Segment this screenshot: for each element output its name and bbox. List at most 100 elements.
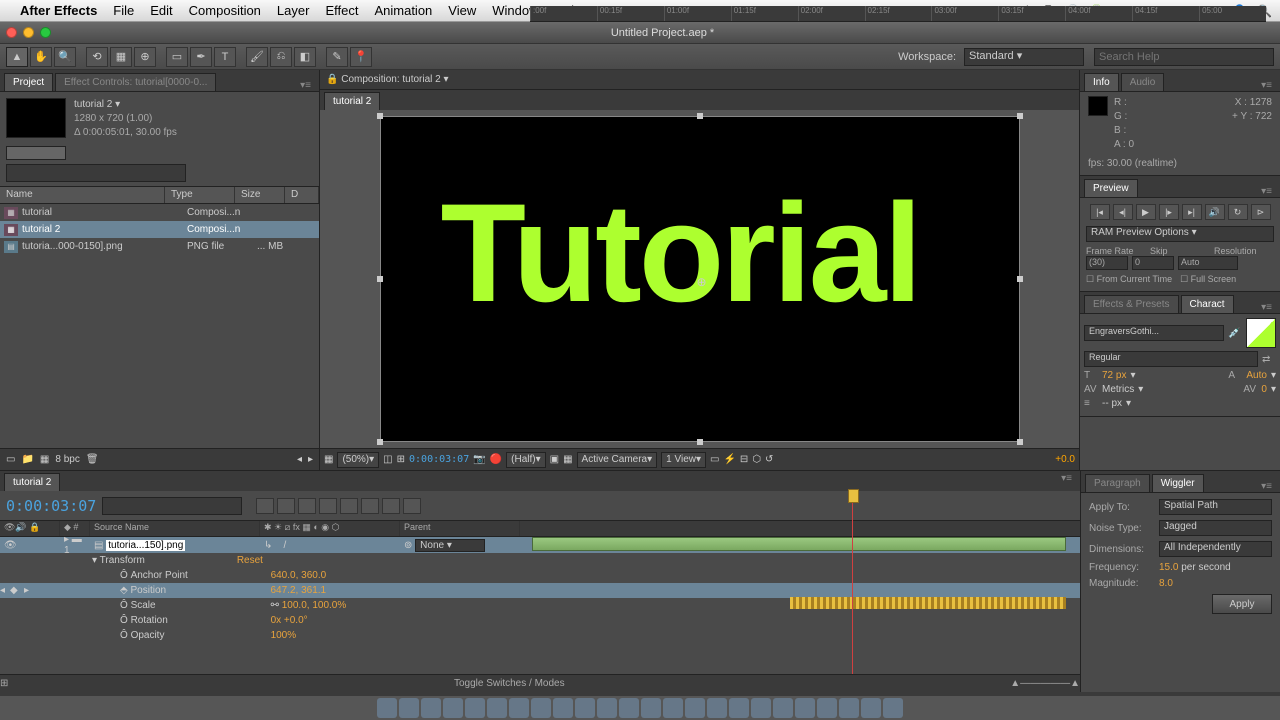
ram-preview-dropdown[interactable]: RAM Preview Options ▾: [1086, 226, 1274, 242]
bbox-handle[interactable]: [1017, 113, 1023, 119]
workspace-select[interactable]: Standard ▾: [964, 48, 1084, 66]
dock-app-icon[interactable]: [553, 698, 573, 718]
swap-colors-icon[interactable]: ⇄: [1262, 354, 1276, 365]
panel-menu-icon[interactable]: ▾≡: [1257, 302, 1276, 313]
font-style-dropdown[interactable]: Regular: [1084, 351, 1258, 367]
tab-project[interactable]: Project: [4, 73, 53, 91]
first-frame-icon[interactable]: |◂: [1090, 204, 1110, 220]
comp-canvas[interactable]: Tutorial ⊕: [380, 116, 1020, 442]
comp-dropdown[interactable]: Composition: tutorial 2 ▾: [341, 74, 448, 85]
mute-icon[interactable]: 🔊: [1205, 204, 1225, 220]
reset-exposure-icon[interactable]: ↺: [765, 454, 773, 465]
keyframe-track[interactable]: [790, 597, 1066, 609]
search-help-input[interactable]: [1094, 48, 1274, 66]
res-icon[interactable]: ◫: [383, 454, 392, 465]
wiggler-frequency[interactable]: 15.0: [1159, 562, 1178, 573]
list-item[interactable]: ▦ tutorial Composi...n: [0, 204, 319, 221]
col-d[interactable]: D: [285, 187, 319, 203]
bbox-handle[interactable]: [697, 439, 703, 445]
dock-app-icon[interactable]: [597, 698, 617, 718]
bbox-handle[interactable]: [1017, 276, 1023, 282]
wiggler-dims-dropdown[interactable]: All Independently: [1159, 541, 1272, 557]
zoom-tool-icon[interactable]: 🔍: [54, 47, 76, 67]
panel-menu-icon[interactable]: ▾≡: [1057, 473, 1076, 491]
window-zoom-button[interactable]: [40, 27, 51, 38]
interpret-icon[interactable]: ▭: [6, 454, 15, 465]
bpc-button[interactable]: 8 bpc: [55, 454, 79, 465]
dock-app-icon[interactable]: [729, 698, 749, 718]
wiggler-applyto-dropdown[interactable]: Spatial Path: [1159, 499, 1272, 515]
comp-new-icon[interactable]: ▦: [40, 454, 49, 465]
wiggler-apply-button[interactable]: Apply: [1212, 594, 1272, 614]
clone-tool-icon[interactable]: ⎌: [270, 47, 292, 67]
dock-app-icon[interactable]: [465, 698, 485, 718]
pen-tool-icon[interactable]: ✒: [190, 47, 212, 67]
ram-preview-icon[interactable]: ⊳: [1251, 204, 1271, 220]
dock-app-icon[interactable]: [399, 698, 419, 718]
macos-dock[interactable]: [0, 696, 1280, 720]
dock-app-icon[interactable]: [377, 698, 397, 718]
menu-animation[interactable]: Animation: [374, 3, 432, 18]
dock-app-icon[interactable]: [817, 698, 837, 718]
flowchart-icon[interactable]: ⬡: [752, 454, 761, 465]
panel-menu-icon[interactable]: ▾≡: [296, 80, 315, 91]
link-icon[interactable]: ⚯: [271, 600, 279, 611]
loop-icon[interactable]: ↻: [1228, 204, 1248, 220]
rotate-tool-icon[interactable]: ⟲: [86, 47, 108, 67]
last-frame-icon[interactable]: ▸|: [1182, 204, 1202, 220]
dock-app-icon[interactable]: [707, 698, 727, 718]
timeline-tab[interactable]: tutorial 2: [4, 473, 60, 491]
text-tool-icon[interactable]: T: [214, 47, 236, 67]
graph-editor-icon[interactable]: [403, 498, 421, 514]
anchor-point-icon[interactable]: ⊕: [697, 275, 709, 287]
frame-blend-icon[interactable]: [319, 498, 337, 514]
brush-tool-icon[interactable]: 🖌: [246, 47, 268, 67]
next-frame-icon[interactable]: |▸: [1159, 204, 1179, 220]
leading-value[interactable]: Auto: [1246, 370, 1267, 381]
parent-dropdown[interactable]: None ▾: [415, 539, 485, 552]
quality-dropdown[interactable]: (Half) ▾: [506, 452, 545, 468]
dock-app-icon[interactable]: [685, 698, 705, 718]
window-close-button[interactable]: [6, 27, 17, 38]
current-time[interactable]: 0:00:03:07: [409, 454, 469, 465]
panel-menu-icon[interactable]: ▾≡: [1257, 186, 1276, 197]
dock-app-icon[interactable]: [773, 698, 793, 718]
zoom-slider[interactable]: ▲—————▲: [1010, 678, 1080, 689]
playhead[interactable]: [852, 489, 853, 674]
dock-app-icon[interactable]: [531, 698, 551, 718]
comp-tab[interactable]: tutorial 2: [324, 92, 380, 110]
flowchart-thumb[interactable]: [6, 146, 66, 160]
menu-effect[interactable]: Effect: [325, 3, 358, 18]
list-item[interactable]: ▤ tutoria...000-0150].png PNG file ... M…: [0, 238, 319, 255]
dock-app-icon[interactable]: [751, 698, 771, 718]
bbox-handle[interactable]: [377, 439, 383, 445]
eraser-tool-icon[interactable]: ◧: [294, 47, 316, 67]
camera-dropdown[interactable]: Active Camera ▾: [577, 452, 658, 468]
menu-edit[interactable]: Edit: [150, 3, 172, 18]
toggle-switches-button[interactable]: Toggle Switches / Modes: [8, 678, 1010, 689]
expand-icon[interactable]: ⊞: [0, 678, 8, 689]
layer-bar[interactable]: [532, 537, 1066, 551]
font-family-dropdown[interactable]: EngraversGothi...: [1084, 325, 1224, 341]
roto-tool-icon[interactable]: ✎: [326, 47, 348, 67]
tab-info[interactable]: Info: [1084, 73, 1119, 91]
col-type[interactable]: Type: [165, 187, 235, 203]
menu-file[interactable]: File: [113, 3, 134, 18]
roi-icon[interactable]: ▣: [550, 454, 559, 465]
bbox-handle[interactable]: [377, 113, 383, 119]
dock-app-icon[interactable]: [509, 698, 529, 718]
panel-menu-icon[interactable]: ▾≡: [1257, 80, 1276, 91]
fast-preview-icon[interactable]: ⚡: [723, 454, 735, 465]
comp-viewer[interactable]: Tutorial ⊕: [320, 110, 1079, 448]
dock-app-icon[interactable]: [443, 698, 463, 718]
bbox-handle[interactable]: [377, 276, 383, 282]
menu-composition[interactable]: Composition: [189, 3, 261, 18]
dock-app-icon[interactable]: [421, 698, 441, 718]
timeline-timecode[interactable]: 0:00:03:07: [6, 497, 96, 515]
prev-frame-icon[interactable]: ◂|: [1113, 204, 1133, 220]
panel-menu-icon[interactable]: ▾≡: [1257, 481, 1276, 492]
eyedropper-icon[interactable]: 💉: [1228, 328, 1242, 339]
tab-paragraph[interactable]: Paragraph: [1085, 474, 1150, 492]
dock-app-icon[interactable]: [883, 698, 903, 718]
dock-app-icon[interactable]: [861, 698, 881, 718]
